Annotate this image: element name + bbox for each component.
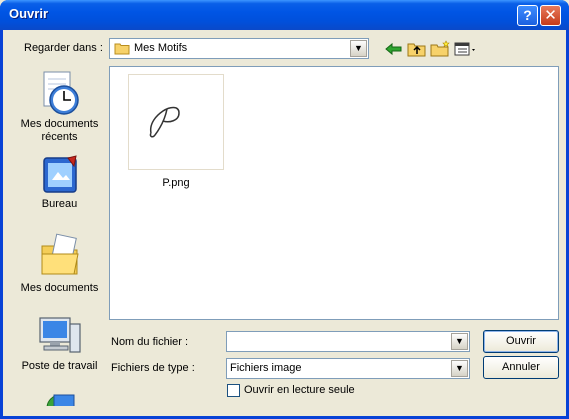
- filetype-dropdown[interactable]: Fichiers image ▼: [226, 358, 470, 379]
- network-icon: [46, 394, 74, 406]
- script-p-glyph: [149, 106, 180, 138]
- open-dialog: Ouvrir ? ✕ Regarder dans : Mes Motifs ▼: [0, 0, 569, 419]
- place-label: Bureau: [41, 198, 78, 210]
- filename-label: Nom du fichier :: [111, 336, 189, 348]
- place-desktop[interactable]: Bureau: [17, 154, 102, 211]
- place-network[interactable]: [17, 392, 102, 406]
- close-button[interactable]: ✕: [540, 5, 561, 26]
- view-menu-icon[interactable]: [453, 40, 479, 58]
- new-folder-icon[interactable]: [429, 40, 451, 58]
- folder-icon: [114, 43, 130, 55]
- my-computer-icon: [38, 317, 81, 353]
- place-label: Mes documents: [20, 282, 99, 294]
- title-bar[interactable]: Ouvrir ? ✕: [0, 0, 569, 30]
- filetype-label: Fichiers de type :: [111, 362, 195, 374]
- file-name[interactable]: P.png: [128, 177, 224, 189]
- place-recent-documents[interactable]: Mes documents récents: [17, 70, 102, 144]
- look-in-label: Regarder dans :: [24, 42, 103, 54]
- place-label: Mes documents récents: [20, 118, 99, 143]
- help-button[interactable]: ?: [517, 5, 538, 26]
- chevron-down-icon[interactable]: ▼: [350, 40, 367, 57]
- filename-input[interactable]: ▼: [226, 331, 470, 352]
- place-my-documents[interactable]: Mes documents: [17, 232, 102, 295]
- file-thumbnail[interactable]: [128, 74, 224, 170]
- place-my-computer[interactable]: Poste de travail: [17, 312, 102, 373]
- place-label: Poste de travail: [21, 360, 98, 372]
- chevron-down-icon[interactable]: ▼: [451, 360, 468, 377]
- my-documents-icon: [41, 233, 79, 275]
- chevron-down-icon[interactable]: ▼: [451, 333, 468, 350]
- readonly-label[interactable]: Ouvrir en lecture seule: [244, 384, 355, 396]
- up-folder-icon[interactable]: [406, 40, 428, 58]
- back-arrow-icon[interactable]: [383, 40, 405, 58]
- window-title: Ouvrir: [9, 6, 49, 21]
- places-bar: Mes documents récents Bureau Mes documen…: [17, 66, 102, 406]
- open-button[interactable]: Ouvrir: [483, 330, 559, 353]
- filetype-value: Fichiers image: [230, 362, 302, 374]
- readonly-checkbox[interactable]: [227, 384, 240, 397]
- look-in-dropdown[interactable]: Mes Motifs ▼: [109, 38, 369, 59]
- recent-documents-icon: [43, 71, 79, 115]
- cancel-button[interactable]: Annuler: [483, 356, 559, 379]
- look-in-value: Mes Motifs: [134, 42, 188, 54]
- desktop-icon: [42, 155, 77, 193]
- file-list[interactable]: P.png: [109, 66, 559, 320]
